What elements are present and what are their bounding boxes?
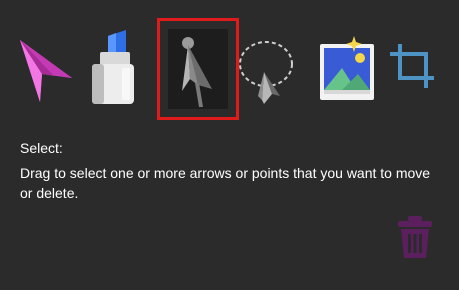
delete-button[interactable]: [396, 214, 434, 260]
lasso-select-icon: [239, 41, 293, 104]
highlighter-marker-icon: [92, 30, 134, 104]
tool-description-text: Drag to select one or more arrows or poi…: [20, 165, 431, 201]
image-icon: [320, 36, 374, 100]
marker-tool-button[interactable]: [86, 28, 138, 108]
select-arrow-icon: [182, 37, 212, 107]
select-tool-highlight: [168, 29, 228, 109]
image-tool-button[interactable]: [316, 32, 378, 104]
crop-tool-button[interactable]: [386, 40, 446, 96]
tool-description-title: Select:: [20, 140, 63, 156]
draw-tool-button[interactable]: [14, 34, 80, 106]
select-tool-button[interactable]: [157, 18, 239, 120]
tool-toolbar: [0, 0, 459, 130]
trash-icon: [398, 216, 432, 258]
crop-icon: [390, 44, 434, 88]
lasso-tool-button[interactable]: [234, 34, 296, 106]
paper-plane-pen-icon: [20, 40, 72, 102]
